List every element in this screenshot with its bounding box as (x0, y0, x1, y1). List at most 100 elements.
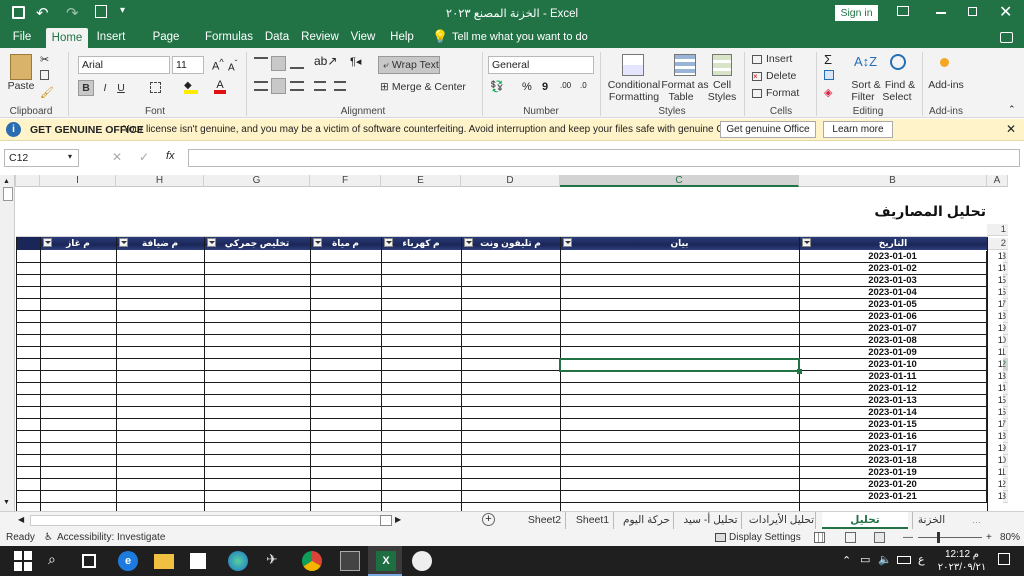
header-statement[interactable]: بيان (560, 237, 799, 250)
cell-a-value[interactable]: 1 (986, 359, 1003, 371)
conditional-formatting-icon[interactable] (622, 54, 644, 76)
merge-center-button[interactable]: ⊞ Merge & Center (380, 79, 472, 95)
autosum-icon[interactable]: Σ (824, 52, 832, 67)
cell-a-value[interactable]: 1 (986, 335, 1003, 347)
zoom-slider[interactable] (918, 537, 982, 538)
column-header-H[interactable]: H (116, 175, 204, 187)
tab-insert[interactable]: Insert (92, 26, 130, 48)
font-color-icon[interactable]: A (214, 79, 226, 94)
paint-icon[interactable] (412, 551, 432, 571)
cell-a-value[interactable]: 1 (986, 395, 1003, 407)
format-cells-button[interactable]: Format (752, 86, 806, 100)
zoom-in-icon[interactable]: + (986, 529, 992, 546)
cell-a-value[interactable]: 1 (986, 371, 1003, 383)
edge-icon[interactable]: e (118, 551, 138, 571)
get-genuine-button[interactable]: Get genuine Office (720, 121, 816, 138)
filter-dropdown-icon[interactable] (464, 238, 473, 247)
scroll-up-icon[interactable]: ▲ (3, 178, 10, 185)
store-icon[interactable] (190, 553, 206, 569)
sort-filter-icon[interactable]: A↕Z (854, 54, 877, 69)
vertical-scrollbar[interactable] (0, 175, 15, 511)
filter-dropdown-icon[interactable] (313, 238, 322, 247)
align-center-icon[interactable] (271, 78, 286, 94)
cell-a-value[interactable]: 1 (986, 311, 1003, 323)
sort-filter-line2[interactable]: Filter (848, 91, 878, 103)
font-name-select[interactable]: Arial (78, 56, 170, 74)
minimize-icon[interactable] (936, 12, 946, 14)
format-painter-icon[interactable]: 🖌 (40, 86, 54, 99)
formula-input[interactable] (188, 149, 1020, 167)
insert-cells-button[interactable]: Insert (752, 52, 806, 66)
sheet-tab-revenue-analysis[interactable]: تحليل الأيرادات (748, 512, 816, 529)
form-icon[interactable] (95, 5, 107, 18)
align-top-icon[interactable] (254, 57, 268, 69)
tab-file[interactable]: File (6, 26, 38, 48)
hscroll-right-icon[interactable]: ▶ (395, 515, 401, 524)
cell-a-value[interactable]: 1 (986, 407, 1003, 419)
ribbon-display-icon[interactable] (897, 6, 909, 16)
percent-button[interactable]: % (522, 81, 532, 93)
align-right-icon[interactable] (290, 81, 304, 91)
header-customs[interactable]: تخليص جمركي (204, 237, 310, 250)
paste-button[interactable]: Paste (6, 80, 36, 92)
addins-button[interactable]: Add-ins (926, 79, 966, 91)
customize-qat-icon[interactable]: ▾ (120, 5, 125, 16)
save-icon[interactable] (12, 6, 25, 19)
rtl-icon[interactable]: ¶◂ (350, 55, 361, 68)
clear-icon[interactable]: ◈ (824, 86, 832, 99)
tab-data[interactable]: Data (262, 26, 292, 48)
increase-font-icon[interactable]: A^ (212, 57, 224, 73)
notifications-icon[interactable] (998, 553, 1010, 565)
restore-icon[interactable] (968, 7, 977, 16)
column-header-C[interactable]: C (560, 175, 799, 187)
sort-filter-line1[interactable]: Sort & (848, 79, 884, 91)
accessibility-icon[interactable]: ♿ (44, 529, 53, 546)
cell-a-value[interactable]: 1 (986, 251, 1003, 263)
find-select-line2[interactable]: Select (880, 91, 914, 103)
conditional-formatting-line1[interactable]: Conditional (604, 79, 664, 91)
cell-a-value[interactable]: 1 (986, 275, 1003, 287)
decrease-indent-icon[interactable] (314, 81, 326, 91)
find-select-line1[interactable]: Find & (882, 79, 918, 91)
align-left-icon[interactable] (254, 81, 268, 91)
clock-date[interactable]: ٢٠٢٣/٠٩/٢١ (935, 562, 989, 573)
increase-decimal-icon[interactable]: .00 (560, 81, 571, 90)
search-icon[interactable]: ⌕ (48, 551, 68, 571)
fill-handle[interactable] (797, 369, 802, 374)
speaker-icon[interactable]: 🔈 (878, 553, 892, 566)
cell-styles-line1[interactable]: Cell (706, 79, 738, 91)
comments-icon[interactable] (1000, 32, 1013, 43)
sheet-tab-day-movement[interactable]: حركة اليوم (620, 512, 674, 529)
cell-a-value[interactable]: 1 (986, 323, 1003, 335)
tabs-more-icon[interactable]: … (972, 515, 981, 525)
column-header-E[interactable]: E (381, 175, 461, 187)
cell-a-value[interactable]: 1 (986, 383, 1003, 395)
row-header-2[interactable]: 2 (987, 238, 1008, 250)
tab-page-layout[interactable]: Page Layout (136, 26, 196, 65)
tab-help[interactable]: Help (388, 26, 416, 48)
undo-icon[interactable]: ↶ (36, 4, 49, 22)
collapse-ribbon-icon[interactable]: ⌃ (1008, 104, 1016, 115)
delete-cells-button[interactable]: × Delete (752, 69, 806, 83)
battery-icon[interactable] (897, 556, 911, 564)
increase-indent-icon[interactable] (334, 81, 346, 91)
tray-overflow-icon[interactable]: ⌃ (842, 554, 851, 567)
sheet-tab-treasury[interactable]: الخزنة (912, 512, 950, 529)
column-header-G[interactable]: G (204, 175, 310, 187)
display-settings[interactable]: Display Settings (729, 529, 801, 546)
sheet-tab-analysis-sayed[interactable]: تحليل أ- سيد (680, 512, 742, 529)
horizontal-scrollbar[interactable] (30, 515, 390, 526)
sign-in-button[interactable]: Sign in (835, 5, 878, 21)
new-sheet-icon[interactable]: + (482, 513, 495, 526)
borders-icon[interactable] (150, 82, 161, 93)
tab-home[interactable]: Home (46, 28, 88, 48)
calculator-icon[interactable] (340, 551, 360, 571)
currency-icon[interactable]: 💱 (490, 80, 504, 93)
chrome-icon[interactable] (302, 551, 322, 571)
paste-icon[interactable] (10, 54, 32, 80)
hscroll-thumb[interactable] (380, 515, 392, 526)
worksheet-grid[interactable]: I H G F E D C B A ▲ ▼ تحليل المصاريف 1 م… (0, 175, 1024, 511)
filter-dropdown-icon[interactable] (119, 238, 128, 247)
underline-button[interactable]: U (114, 80, 128, 96)
sheet-tab-sheet1[interactable]: Sheet1 (572, 512, 614, 529)
